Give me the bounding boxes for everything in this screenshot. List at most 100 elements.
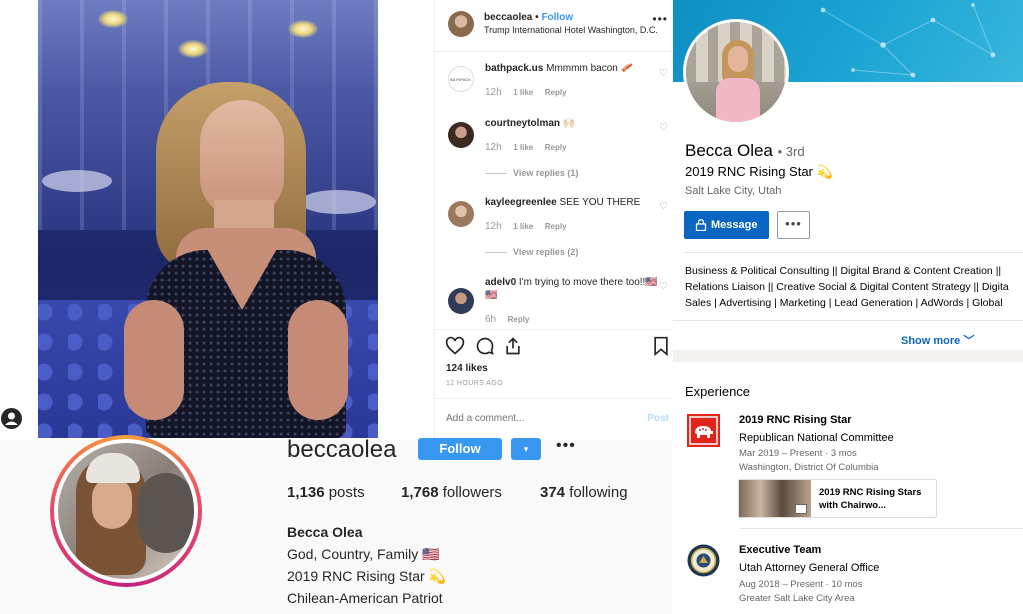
avatar-dress: [716, 78, 760, 122]
profile-options-button[interactable]: •••: [556, 437, 576, 455]
show-more-button[interactable]: Show more ﹀: [901, 332, 974, 348]
message-button[interactable]: Message: [684, 211, 769, 239]
post-author-avatar[interactable]: [448, 11, 474, 37]
person-arm: [124, 300, 184, 420]
reply-button[interactable]: Reply: [508, 315, 530, 324]
bookmark-icon[interactable]: [651, 336, 673, 358]
media-caption: 2019 RNC Rising Stars with Chairwo...: [819, 487, 922, 511]
replies-line: [485, 252, 507, 254]
comment-username[interactable]: bathpack.us: [485, 63, 543, 74]
person-icon[interactable]: [1, 408, 22, 429]
experience-role[interactable]: 2019 RNC Rising Star: [739, 414, 851, 426]
post-comment-button[interactable]: Post: [647, 413, 669, 424]
comment-icon[interactable]: [475, 336, 497, 358]
comment-meta: 12h 1 like Reply: [485, 221, 576, 232]
experience-org[interactable]: Republican National Committee: [739, 432, 894, 444]
comment-likes[interactable]: 1 like: [513, 222, 533, 231]
comment-meta: 6h Reply: [485, 314, 538, 325]
heart-icon[interactable]: ♡: [659, 201, 668, 212]
following-count: 374: [540, 484, 566, 501]
experience-media[interactable]: 2019 RNC Rising Stars with Chairwo...: [738, 479, 937, 518]
bio-line: 2019 RNC Rising Star 💫: [287, 568, 447, 584]
reply-button[interactable]: Reply: [545, 143, 567, 152]
chandelier-light: [98, 10, 128, 28]
post-header: beccaolea • Follow: [484, 12, 573, 23]
commenter-avatar[interactable]: BATHPACK: [448, 66, 474, 92]
comments-panel: beccaolea • Follow Trump International H…: [434, 0, 673, 440]
bio-line: God, Country, Family 🇺🇸: [287, 546, 440, 562]
profile-headline: 2019 RNC Rising Star 💫: [685, 164, 833, 179]
reply-button[interactable]: Reply: [545, 222, 567, 231]
heart-icon[interactable]: [445, 336, 467, 358]
followers-count: 1,768: [401, 484, 439, 501]
followers-stat[interactable]: 1,768 followers: [401, 484, 502, 501]
profile-name-row: Becca Olea • 3rd: [685, 141, 805, 161]
share-icon[interactable]: [503, 336, 525, 358]
view-replies-button[interactable]: View replies (2): [485, 247, 578, 257]
bio-line: Chilean-American Patriot: [287, 590, 443, 606]
more-actions-button[interactable]: •••: [777, 211, 810, 239]
comment-input[interactable]: [446, 413, 636, 424]
comment-meta: 12h 1 like Reply: [485, 142, 576, 153]
dining-table: [300, 190, 376, 214]
followers-label: followers: [442, 484, 502, 501]
avatar-beanie: [86, 453, 140, 483]
chandelier-light: [288, 20, 318, 38]
story-ring-inner: [54, 439, 198, 583]
divider: [435, 329, 673, 330]
comment-time: 12h: [485, 142, 502, 153]
linkedin-profile: Becca Olea • 3rd 2019 RNC Rising Star 💫 …: [673, 0, 1023, 614]
experience-heading: Experience: [685, 384, 751, 399]
lock-icon: [695, 219, 707, 231]
heart-icon[interactable]: ♡: [659, 281, 668, 292]
heart-icon[interactable]: ♡: [659, 68, 668, 79]
seal-logo-icon[interactable]: [687, 544, 720, 577]
comment-meta: 12h 1 like Reply: [485, 87, 576, 98]
summary-line: Business & Political Consulting || Digit…: [685, 265, 1002, 277]
experience-role[interactable]: Executive Team: [739, 544, 821, 556]
experience-org[interactable]: Utah Attorney General Office: [739, 562, 879, 574]
posts-stat[interactable]: 1,136 posts: [287, 484, 365, 501]
commenter-avatar[interactable]: [448, 288, 474, 314]
profile-bio: Becca Olea God, Country, Family 🇺🇸 2019 …: [287, 521, 446, 609]
divider: [739, 528, 1023, 529]
heart-icon[interactable]: ♡: [659, 122, 668, 133]
profile-header: beccaolea Follow ▾ ••• 1,136 posts 1,768…: [0, 435, 672, 614]
message-label: Message: [711, 219, 758, 231]
likes-count[interactable]: 124 likes: [446, 363, 488, 374]
story-ring[interactable]: [50, 435, 202, 587]
profile-avatar[interactable]: [683, 19, 789, 125]
comment-time: 12h: [485, 87, 502, 98]
commenter-avatar[interactable]: [448, 201, 474, 227]
comment-likes[interactable]: 1 like: [513, 88, 533, 97]
following-stat[interactable]: 374 following: [540, 484, 628, 501]
post-author-username[interactable]: beccaolea: [484, 12, 532, 23]
connection-degree: • 3rd: [777, 144, 805, 159]
comment-username[interactable]: adelv0: [485, 277, 516, 288]
elephant-logo-icon[interactable]: [687, 414, 720, 447]
add-comment-bar: Post: [435, 398, 673, 440]
comment-body: Mmmmm bacon 🥓: [546, 63, 634, 74]
view-replies-button[interactable]: View replies (1): [485, 168, 578, 178]
comment-likes[interactable]: 1 like: [513, 143, 533, 152]
follow-button[interactable]: Follow: [418, 438, 502, 460]
reply-button[interactable]: Reply: [545, 88, 567, 97]
experience-dates: Mar 2019 – Present · 3 mos: [739, 448, 857, 459]
comment-text: bathpack.us Mmmmm bacon 🥓: [485, 62, 655, 75]
profile-location: Salt Lake City, Utah: [685, 185, 782, 197]
post-options-button[interactable]: •••: [652, 12, 668, 26]
summary-line: Sales | Advertising | Marketing | Lead G…: [685, 297, 1003, 309]
commenter-avatar[interactable]: [448, 122, 474, 148]
comment-username[interactable]: kayleegreenlee: [485, 197, 557, 208]
comment-body: 🙌🏻: [562, 118, 576, 129]
summary-line: Relations Liaison || Creative Social & D…: [685, 281, 1009, 293]
header-follow-button[interactable]: Follow: [541, 12, 573, 23]
comment-username[interactable]: courtneytolman: [485, 118, 560, 129]
view-replies-label: View replies (2): [513, 247, 579, 257]
experience-dates: Aug 2018 – Present · 10 mos: [739, 579, 863, 590]
post-location[interactable]: Trump International Hotel Washington, D.…: [484, 25, 658, 35]
chevron-down-icon[interactable]: ▾: [511, 438, 541, 460]
view-replies-label: View replies (1): [513, 168, 579, 178]
image-icon: [795, 504, 807, 514]
post-actions: [445, 336, 671, 358]
